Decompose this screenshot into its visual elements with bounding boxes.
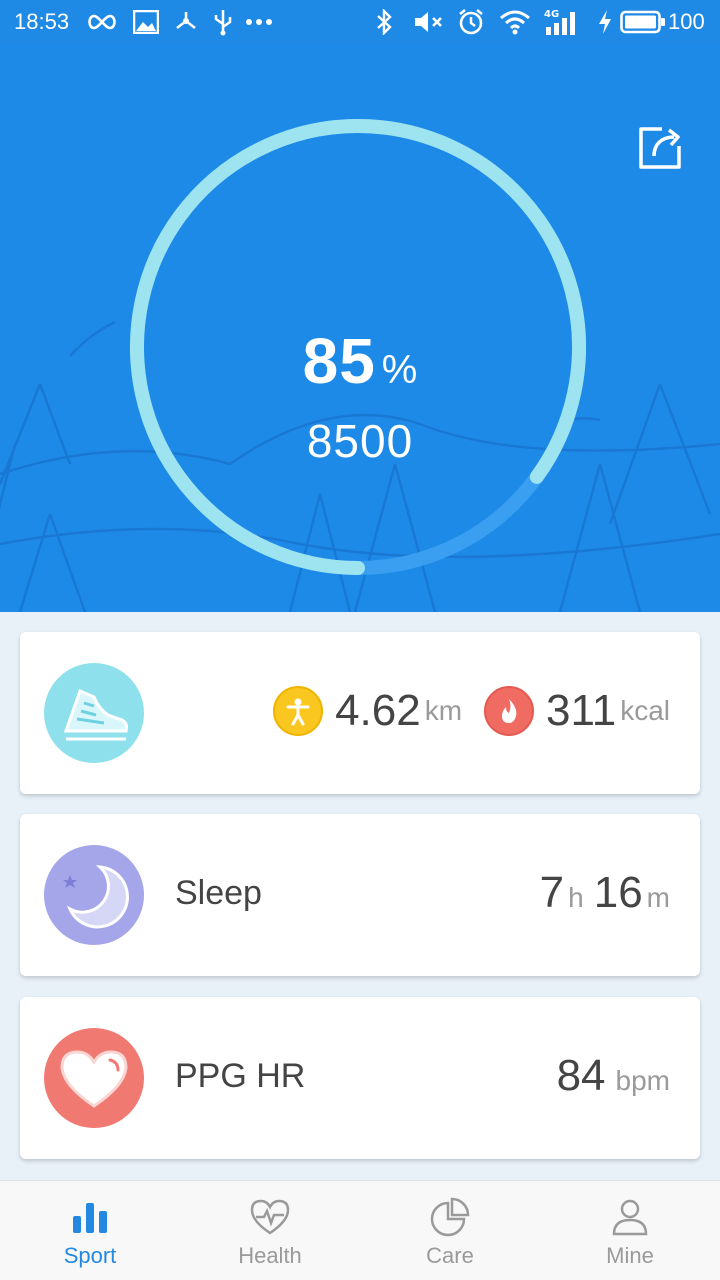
tab-health-label: Health (238, 1243, 302, 1268)
image-icon (132, 6, 160, 38)
activity-metrics: 4.62 km 311 kcal (273, 686, 670, 736)
heart-rate-unit: bpm (615, 1065, 670, 1096)
sleep-icon-circle (44, 845, 144, 945)
activity-icon-circle (44, 663, 144, 763)
goal-percent-value: 85 (302, 325, 376, 397)
sleep-duration: 7 h 16 m (540, 868, 670, 918)
calories-unit: kcal (620, 695, 670, 726)
share-button[interactable] (636, 124, 684, 172)
tab-health[interactable]: Health (180, 1181, 360, 1280)
tab-mine-label: Mine (606, 1243, 654, 1268)
infinity-icon (84, 6, 120, 38)
sleep-card[interactable]: Sleep 7 h 16 m (20, 814, 700, 976)
tab-care[interactable]: Care (360, 1181, 540, 1280)
calories-value: 311 (546, 686, 617, 735)
tab-sport-label: Sport (63, 1243, 117, 1268)
pie-chart-icon (430, 1197, 470, 1237)
tab-mine[interactable]: Mine (540, 1181, 720, 1280)
person-icon (612, 1199, 648, 1236)
activity-card[interactable]: 4.62 km 311 kcal (20, 632, 700, 794)
heart-rate-card[interactable]: PPG HR 84 bpm (20, 997, 700, 1159)
distance-unit: km (424, 695, 463, 726)
sleep-hours-unit: h (568, 882, 584, 913)
goal-percent-unit: % (381, 348, 418, 392)
calories-metric: 311 kcal (484, 686, 670, 736)
wifi-icon (498, 6, 532, 38)
heart-rate-reading: 84 bpm (557, 1051, 670, 1101)
sleep-hours: 7 (539, 868, 565, 917)
moon-icon (63, 865, 129, 929)
distance-metric: 4.62 km (273, 686, 462, 736)
tab-sport[interactable]: Sport (0, 1181, 180, 1280)
share-nodes-icon (172, 6, 200, 38)
heart-pulse-icon (250, 1199, 290, 1235)
heart-icon (60, 1050, 128, 1108)
status-bar: 18:53 4G 100 (0, 0, 720, 44)
alarm-icon (456, 6, 486, 38)
battery-percent: 100 (668, 9, 705, 34)
more-icon (244, 6, 274, 38)
tab-care-label: Care (426, 1243, 474, 1268)
bar-chart-icon (73, 1203, 107, 1233)
person-icon (273, 686, 324, 736)
usb-icon (210, 6, 236, 38)
step-count: 8500 (306, 415, 414, 467)
svg-text:4G: 4G (544, 9, 559, 20)
battery-icon (620, 6, 666, 38)
status-time: 18:53 (14, 9, 70, 34)
bluetooth-icon (372, 6, 396, 38)
sleep-minutes-unit: m (646, 882, 670, 913)
charging-icon (594, 6, 616, 38)
heart-rate-label: PPG HR (175, 1057, 306, 1095)
flame-icon (484, 686, 535, 736)
bottom-tab-bar: Sport Health Care Mine (0, 1180, 720, 1280)
sneaker-icon (63, 688, 128, 741)
distance-value: 4.62 (335, 686, 421, 735)
heart-icon-circle (44, 1028, 144, 1128)
signal-4g-icon: 4G (542, 6, 582, 38)
heart-rate-value: 84 (556, 1051, 606, 1100)
sleep-label: Sleep (175, 874, 262, 912)
share-icon (639, 127, 681, 169)
mute-icon (412, 6, 446, 38)
step-progress-panel: 85% 8500 (0, 44, 720, 612)
goal-percent: 85% (0, 324, 720, 398)
sleep-minutes: 16 (593, 868, 643, 917)
